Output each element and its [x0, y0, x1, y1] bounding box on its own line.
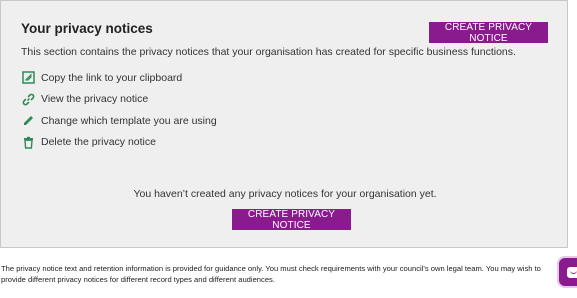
- privacy-notices-panel: Your privacy notices CREATE PRIVACY NOTI…: [0, 0, 568, 248]
- copy-link-icon: [21, 71, 35, 85]
- chat-button[interactable]: [557, 256, 577, 288]
- pencil-icon: [21, 114, 35, 128]
- panel-title: Your privacy notices: [21, 21, 153, 36]
- legend-label: Copy the link to your clipboard: [41, 71, 183, 84]
- icon-legend: Copy the link to your clipboard View the…: [21, 67, 217, 153]
- trash-icon: [21, 135, 35, 149]
- link-icon: [21, 92, 35, 106]
- legend-label: Delete the privacy notice: [41, 136, 156, 149]
- guidance-footnote: The privacy notice text and retention in…: [1, 264, 541, 284]
- create-privacy-notice-button[interactable]: CREATE PRIVACY NOTICE: [429, 22, 548, 44]
- legend-item-view: View the privacy notice: [21, 89, 217, 111]
- legend-item-delete: Delete the privacy notice: [21, 132, 217, 154]
- empty-state-message: You haven’t created any privacy notices …: [133, 188, 437, 200]
- legend-label: Change which template you are using: [41, 114, 217, 127]
- chat-icon: [567, 267, 577, 278]
- legend-item-change-template: Change which template you are using: [21, 110, 217, 132]
- panel-description: This section contains the privacy notice…: [21, 46, 516, 58]
- legend-label: View the privacy notice: [41, 93, 149, 106]
- legend-item-copy: Copy the link to your clipboard: [21, 67, 217, 89]
- create-privacy-notice-button-bottom[interactable]: CREATE PRIVACY NOTICE: [232, 209, 351, 231]
